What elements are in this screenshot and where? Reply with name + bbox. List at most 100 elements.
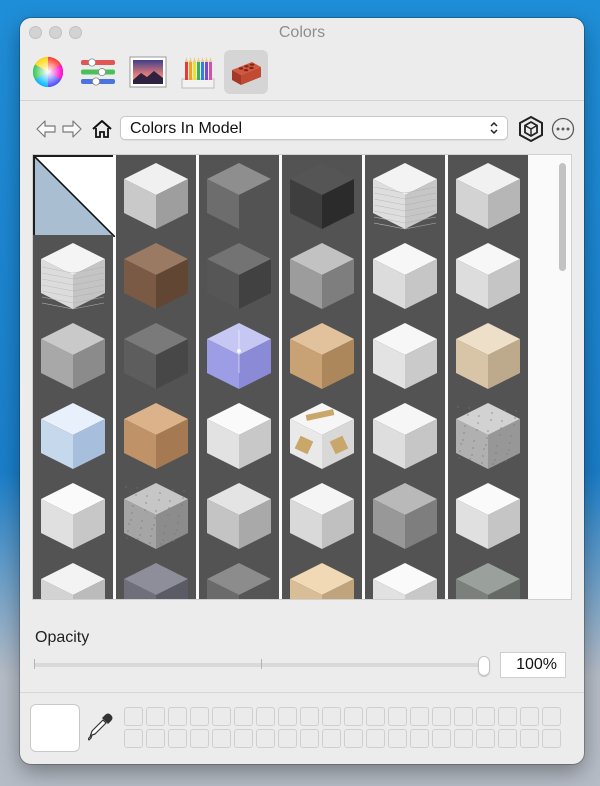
material-22[interactable] bbox=[282, 395, 362, 475]
color-well[interactable] bbox=[388, 729, 407, 748]
material-30[interactable] bbox=[448, 475, 528, 555]
slider-knob[interactable] bbox=[478, 656, 490, 676]
back-button[interactable] bbox=[34, 116, 58, 142]
material-34[interactable] bbox=[282, 555, 362, 599]
image-palettes-tool[interactable] bbox=[126, 50, 170, 94]
color-well[interactable] bbox=[234, 707, 253, 726]
color-well[interactable] bbox=[300, 707, 319, 726]
material-19[interactable] bbox=[33, 395, 113, 475]
material-8[interactable] bbox=[116, 235, 196, 315]
color-well[interactable] bbox=[168, 729, 187, 748]
material-28[interactable] bbox=[282, 475, 362, 555]
material-2[interactable] bbox=[116, 155, 196, 235]
eyedropper-button[interactable] bbox=[87, 712, 114, 742]
material-35[interactable] bbox=[365, 555, 445, 599]
material-25[interactable] bbox=[33, 475, 113, 555]
material-27[interactable] bbox=[199, 475, 279, 555]
material-36[interactable] bbox=[448, 555, 528, 599]
material-29[interactable] bbox=[365, 475, 445, 555]
color-well[interactable] bbox=[432, 729, 451, 748]
material-13[interactable] bbox=[33, 315, 113, 395]
material-21[interactable] bbox=[199, 395, 279, 475]
material-6[interactable] bbox=[448, 155, 528, 235]
home-button[interactable] bbox=[90, 116, 114, 142]
color-well[interactable] bbox=[278, 707, 297, 726]
material-23[interactable] bbox=[365, 395, 445, 475]
material-15[interactable] bbox=[199, 315, 279, 395]
material-18[interactable] bbox=[448, 315, 528, 395]
color-well[interactable] bbox=[168, 707, 187, 726]
color-well[interactable] bbox=[212, 729, 231, 748]
color-well[interactable] bbox=[410, 729, 429, 748]
color-well[interactable] bbox=[212, 707, 231, 726]
material-9[interactable] bbox=[199, 235, 279, 315]
more-options-button[interactable] bbox=[550, 116, 576, 142]
color-well[interactable] bbox=[278, 729, 297, 748]
color-well[interactable] bbox=[146, 729, 165, 748]
bottom-divider bbox=[20, 692, 584, 693]
color-well[interactable] bbox=[388, 707, 407, 726]
color-well[interactable] bbox=[124, 707, 143, 726]
material-16[interactable] bbox=[282, 315, 362, 395]
collection-select-value: Colors In Model bbox=[130, 120, 243, 137]
scroll-thumb[interactable] bbox=[559, 163, 566, 271]
color-well[interactable] bbox=[454, 729, 473, 748]
color-well[interactable] bbox=[410, 707, 429, 726]
materials-scrollbar[interactable] bbox=[557, 159, 568, 591]
color-well[interactable] bbox=[256, 729, 275, 748]
material-swatch-icon bbox=[282, 235, 362, 315]
collection-select[interactable]: Colors In Model bbox=[120, 116, 508, 140]
material-32[interactable] bbox=[116, 555, 196, 599]
color-well[interactable] bbox=[322, 707, 341, 726]
color-well[interactable] bbox=[542, 707, 561, 726]
color-well[interactable] bbox=[454, 707, 473, 726]
color-wheel-tool[interactable] bbox=[26, 50, 70, 94]
material-12[interactable] bbox=[448, 235, 528, 315]
color-well[interactable] bbox=[366, 707, 385, 726]
material-17[interactable] bbox=[365, 315, 445, 395]
pencils-tool[interactable] bbox=[176, 50, 220, 94]
material-7[interactable] bbox=[33, 235, 113, 315]
current-color-swatch[interactable] bbox=[30, 704, 80, 752]
color-well[interactable] bbox=[322, 729, 341, 748]
material-3[interactable] bbox=[199, 155, 279, 235]
ellipsis-icon bbox=[551, 117, 575, 141]
opacity-slider[interactable] bbox=[34, 656, 494, 676]
color-well[interactable] bbox=[366, 729, 385, 748]
opacity-label: Opacity bbox=[35, 629, 90, 646]
in-model-button[interactable] bbox=[517, 115, 545, 143]
material-20[interactable] bbox=[116, 395, 196, 475]
material-26[interactable] bbox=[116, 475, 196, 555]
color-well[interactable] bbox=[476, 707, 495, 726]
color-well[interactable] bbox=[432, 707, 451, 726]
opacity-field[interactable]: 100% bbox=[500, 652, 566, 678]
material-33[interactable] bbox=[199, 555, 279, 599]
color-well[interactable] bbox=[344, 729, 363, 748]
forward-button[interactable] bbox=[60, 116, 84, 142]
material-31[interactable] bbox=[33, 555, 113, 599]
color-well[interactable] bbox=[124, 729, 143, 748]
materials-tool[interactable] bbox=[224, 50, 268, 94]
color-well[interactable] bbox=[256, 707, 275, 726]
color-well[interactable] bbox=[146, 707, 165, 726]
material-11[interactable] bbox=[365, 235, 445, 315]
material-14[interactable] bbox=[116, 315, 196, 395]
material-10[interactable] bbox=[282, 235, 362, 315]
color-well[interactable] bbox=[300, 729, 319, 748]
material-4[interactable] bbox=[282, 155, 362, 235]
color-sliders-tool[interactable] bbox=[76, 50, 120, 94]
color-well[interactable] bbox=[190, 729, 209, 748]
material-5[interactable] bbox=[365, 155, 445, 235]
color-well[interactable] bbox=[542, 729, 561, 748]
color-well[interactable] bbox=[234, 729, 253, 748]
default-material[interactable] bbox=[33, 155, 115, 237]
color-well[interactable] bbox=[344, 707, 363, 726]
color-well[interactable] bbox=[520, 707, 539, 726]
material-swatch-icon bbox=[199, 555, 279, 599]
color-well[interactable] bbox=[498, 707, 517, 726]
color-well[interactable] bbox=[190, 707, 209, 726]
color-well[interactable] bbox=[498, 729, 517, 748]
material-24[interactable] bbox=[448, 395, 528, 475]
color-well[interactable] bbox=[476, 729, 495, 748]
color-well[interactable] bbox=[520, 729, 539, 748]
